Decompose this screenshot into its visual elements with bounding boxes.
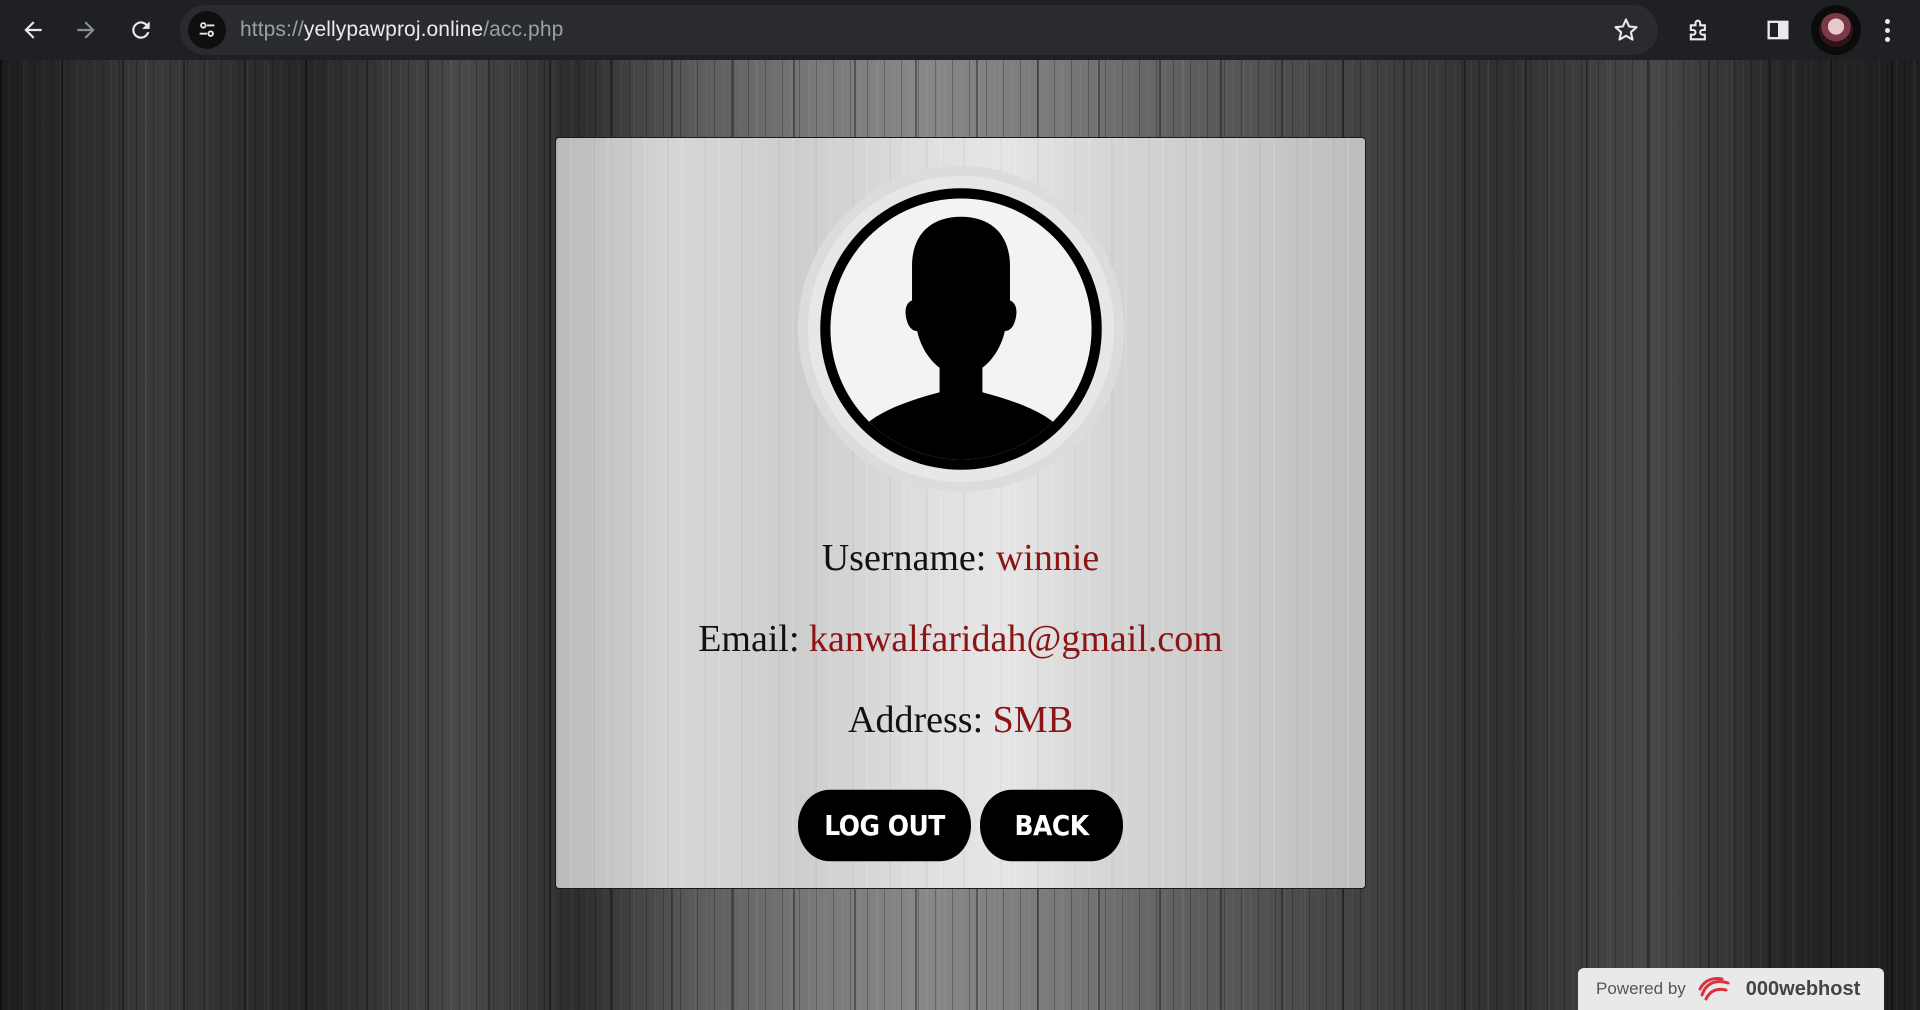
webhost-brand: 000webhost bbox=[1745, 977, 1861, 1000]
email-value: kanwalfaridah@gmail.com bbox=[809, 618, 1223, 660]
back-arrow-icon[interactable] bbox=[10, 7, 56, 53]
page-background: Username: winnie Email: kanwalfaridah@gm… bbox=[0, 60, 1920, 1010]
email-row: Email: kanwalfaridah@gmail.com bbox=[556, 617, 1365, 661]
back-button[interactable]: BACK bbox=[980, 789, 1123, 862]
address-row: Address: SMB bbox=[556, 698, 1365, 742]
email-label: Email: bbox=[698, 618, 800, 660]
reload-icon[interactable] bbox=[118, 7, 164, 53]
powered-by-label: Powered by bbox=[1596, 979, 1686, 998]
side-panel-icon[interactable] bbox=[1756, 8, 1800, 52]
url-path: /acc.php bbox=[483, 18, 564, 41]
profile-avatar-icon[interactable] bbox=[1811, 5, 1861, 55]
account-card: Username: winnie Email: kanwalfaridah@gm… bbox=[555, 137, 1366, 889]
username-value: winnie bbox=[995, 537, 1100, 579]
bookmark-star-icon[interactable] bbox=[1612, 16, 1640, 44]
logout-button[interactable]: LOG OUT bbox=[798, 789, 971, 862]
address-value: SMB bbox=[992, 699, 1073, 741]
url-scheme: https:// bbox=[240, 18, 304, 41]
address-label: Address: bbox=[848, 699, 984, 741]
url-host: yellypawproj.online bbox=[303, 18, 484, 41]
username-label: Username: bbox=[821, 537, 987, 579]
address-bar[interactable]: https://yellypawproj.online/acc.php bbox=[180, 5, 1658, 55]
menu-kebab-icon[interactable] bbox=[1872, 8, 1902, 52]
extensions-icon[interactable] bbox=[1677, 8, 1721, 52]
user-avatar-icon bbox=[798, 166, 1124, 492]
hosting-badge[interactable]: Powered by 000webhost bbox=[1578, 968, 1884, 1010]
url-text[interactable]: https://yellypawproj.online/acc.php bbox=[240, 18, 563, 42]
site-info-icon[interactable] bbox=[188, 11, 226, 49]
username-row: Username: winnie bbox=[556, 536, 1365, 580]
forward-arrow-icon[interactable] bbox=[63, 7, 109, 53]
webhost-logo-icon bbox=[1698, 977, 1730, 1001]
browser-toolbar: https://yellypawproj.online/acc.php bbox=[0, 0, 1920, 60]
